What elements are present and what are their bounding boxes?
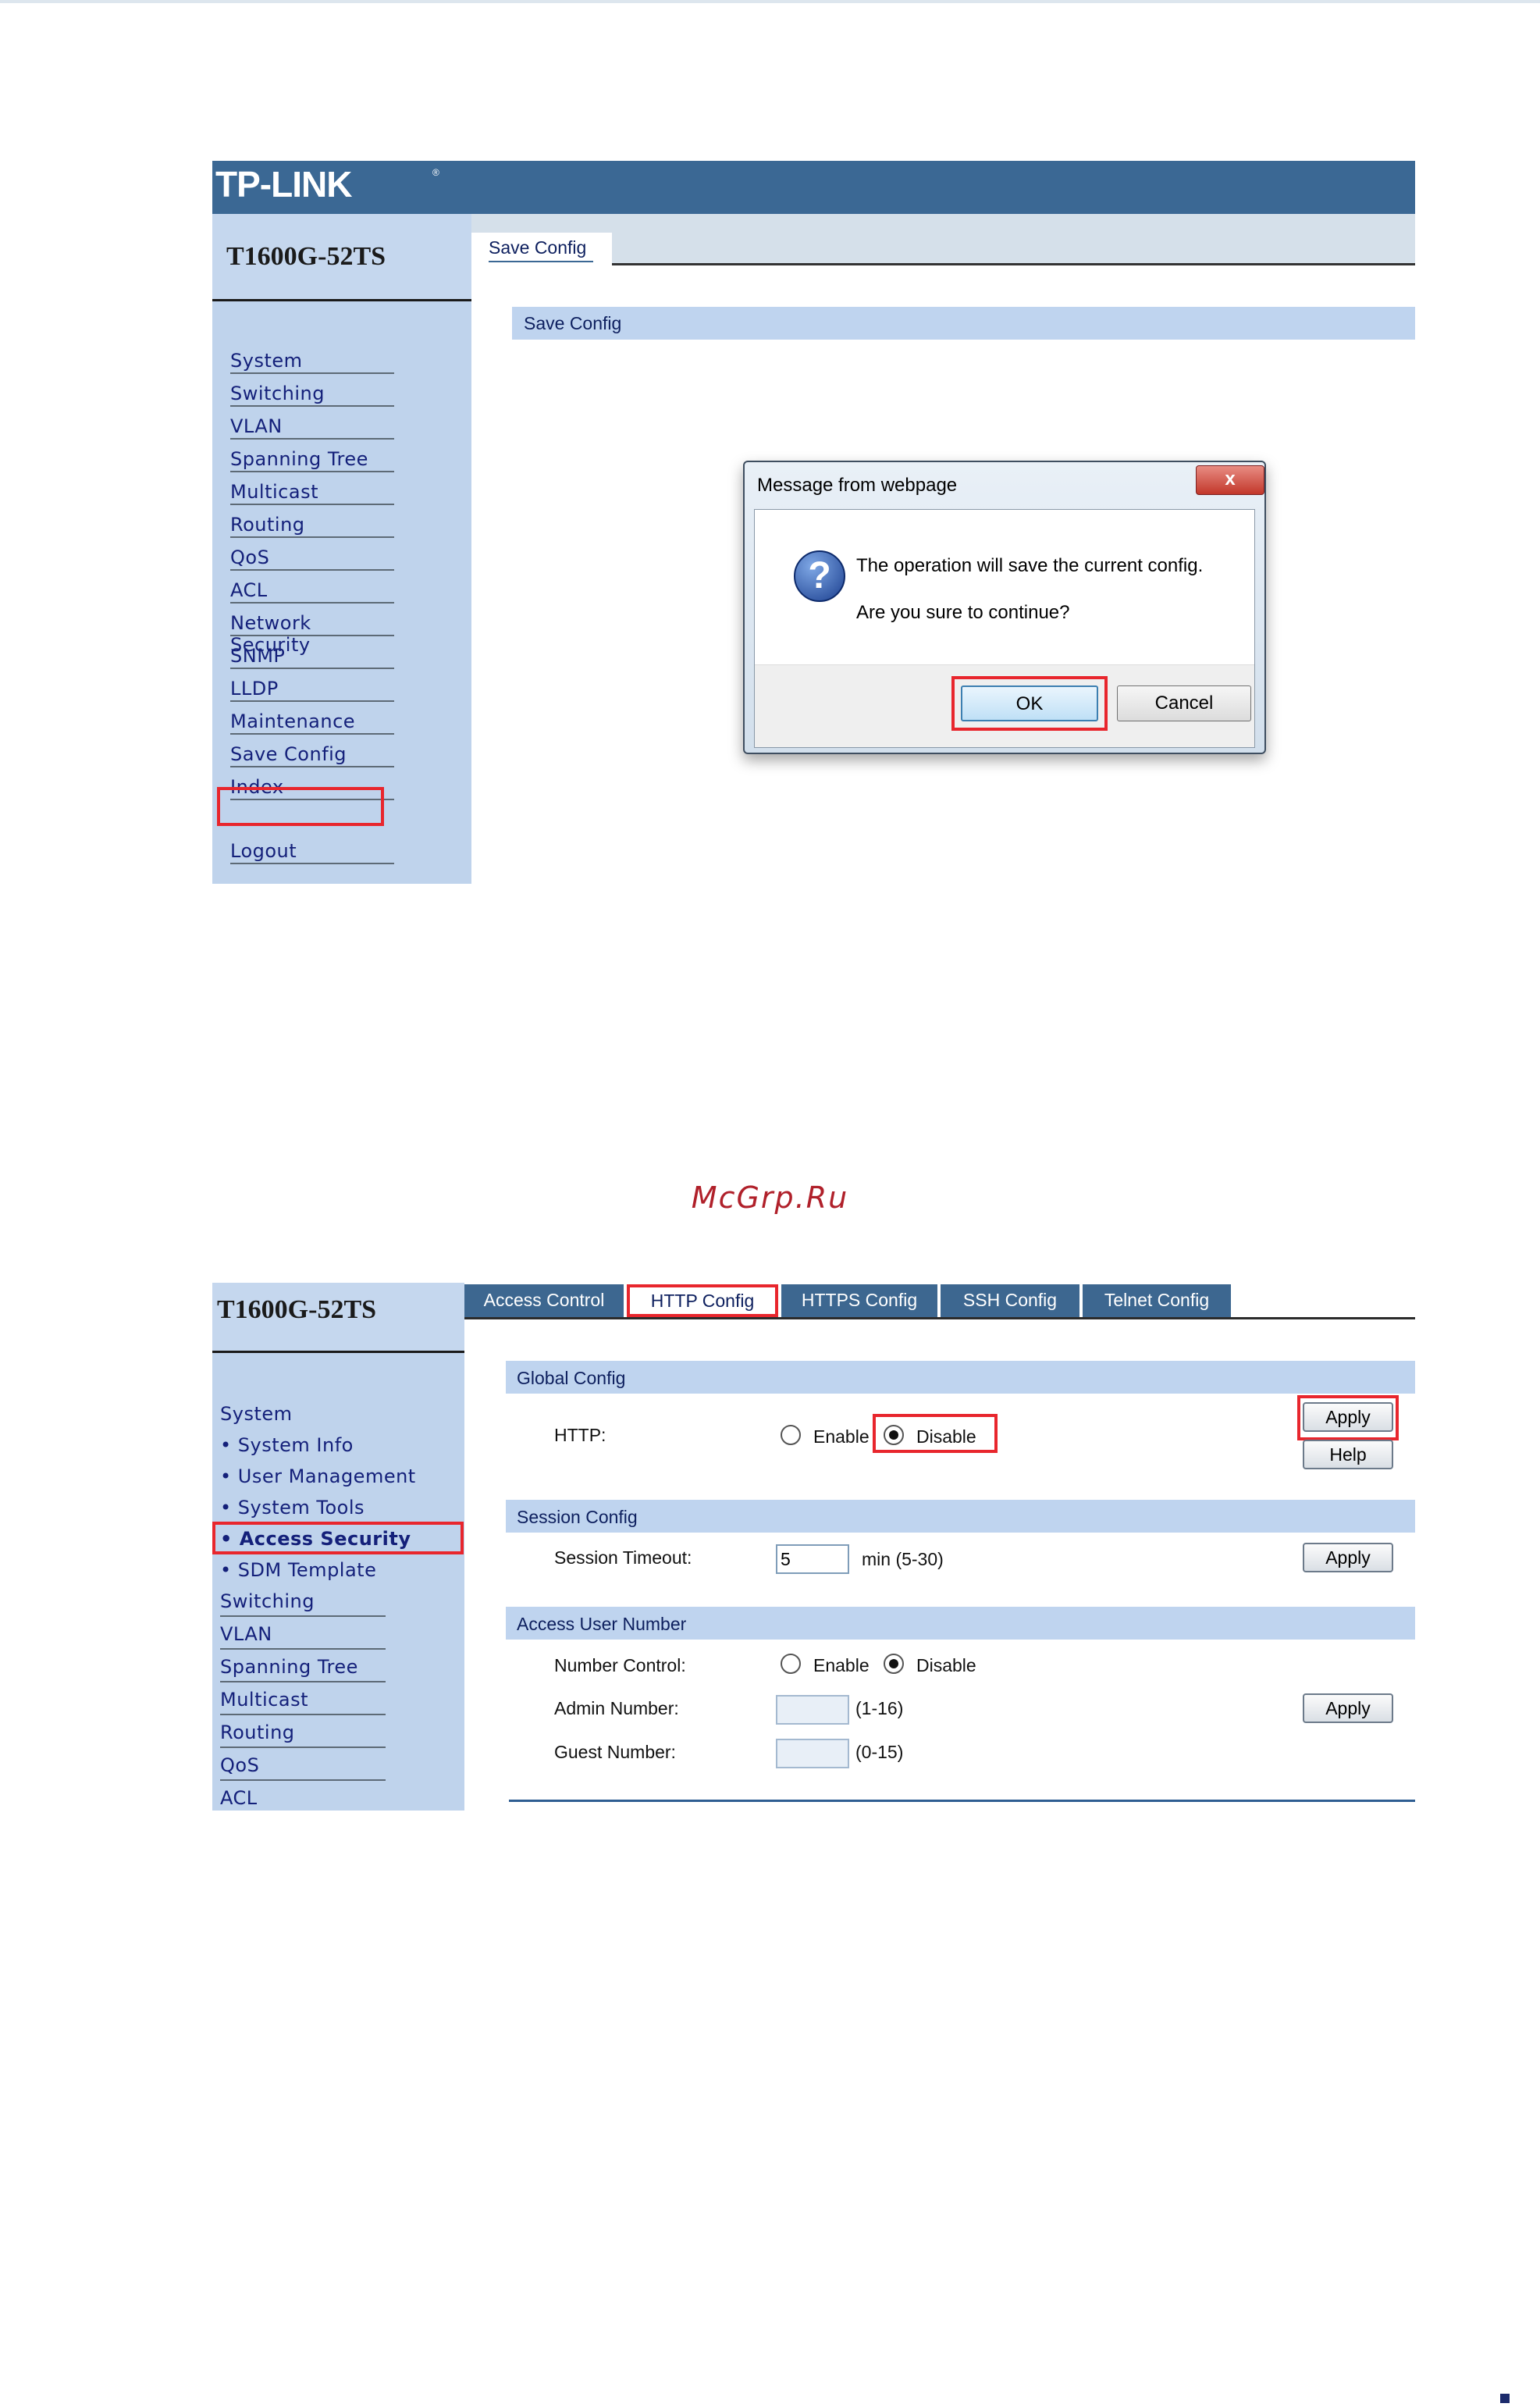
tp-link-logo: TP-LINK — [215, 164, 352, 205]
guest-number-input[interactable] — [776, 1739, 849, 1768]
guest-number-label: Guest Number: — [554, 1742, 676, 1762]
sidebar-item-user-management[interactable]: • User Management — [220, 1459, 454, 1490]
apply-highlight — [1297, 1395, 1399, 1440]
registered-mark: ® — [432, 167, 439, 178]
cancel-button[interactable]: Cancel — [1117, 685, 1251, 721]
sidebar-item-switching[interactable]: Switching — [230, 374, 394, 407]
access-security-highlight — [212, 1522, 464, 1554]
ok-button-highlight — [951, 676, 1108, 731]
sidebar-item-spanning-tree[interactable]: Spanning Tree — [230, 440, 394, 472]
admin-number-input[interactable] — [776, 1695, 849, 1725]
page-top-rule — [0, 0, 1540, 3]
model-box: T1600G-52TS — [212, 1283, 464, 1353]
tab-bar: Access Control HTTP Config HTTPS Config … — [464, 1283, 1415, 1320]
tab-ssh-config[interactable]: SSH Config — [941, 1284, 1079, 1317]
tab-save-config[interactable]: Save Config — [471, 233, 612, 265]
confirm-dialog: Message from webpage x ? The operation w… — [743, 461, 1266, 754]
session-timeout-unit: min (5-30) — [862, 1549, 944, 1569]
sidebar-item-switching[interactable]: Switching — [220, 1584, 386, 1617]
tab-underline — [489, 261, 593, 262]
admin-number-range: (1-16) — [855, 1698, 904, 1718]
tab-telnet-config[interactable]: Telnet Config — [1083, 1284, 1231, 1317]
sidebar-item-network-security[interactable]: Network Security — [230, 604, 394, 656]
sidebar-menu: System Switching VLAN Spanning Tree Mult… — [230, 341, 394, 864]
sidebar-item-routing[interactable]: Routing — [220, 1715, 386, 1748]
section-header-session-config: Session Config — [506, 1500, 1415, 1533]
number-control-enable-label: Enable — [813, 1655, 870, 1675]
sidebar-item-qos[interactable]: QoS — [220, 1748, 386, 1781]
question-icon: ? — [794, 550, 845, 602]
sidebar-item-maintenance[interactable]: Maintenance — [230, 702, 394, 735]
dialog-title: Message from webpage — [757, 475, 958, 496]
sidebar-item-multicast[interactable]: Multicast — [220, 1682, 386, 1715]
http-config-screenshot: T1600G-52TS System • System Info • User … — [212, 1283, 1415, 1811]
left-sidebar: T1600G-52TS System Switching VLAN Spanni… — [212, 214, 471, 884]
sidebar-item-multicast[interactable]: Multicast — [230, 472, 394, 505]
save-config-highlight — [217, 787, 384, 826]
sidebar-item-vlan[interactable]: VLAN — [220, 1617, 386, 1650]
disable-highlight — [873, 1414, 998, 1453]
sidebar-item-system[interactable]: System — [230, 341, 394, 374]
session-timeout-input[interactable]: 5 — [776, 1544, 849, 1574]
access-user-apply-button[interactable]: Apply — [1303, 1693, 1393, 1723]
guest-number-range: (0-15) — [855, 1742, 904, 1762]
tab-access-control[interactable]: Access Control — [464, 1284, 624, 1317]
save-config-screenshot: TP-LINK ® T1600G-52TS System Switching V… — [212, 161, 1415, 884]
session-timeout-label: Session Timeout: — [554, 1547, 692, 1568]
left-sidebar: T1600G-52TS System • System Info • User … — [212, 1283, 464, 1811]
watermark-text: McGrp.Ru — [691, 1180, 849, 1215]
content-bottom-rule — [509, 1800, 1415, 1802]
tab-bar-line — [464, 1317, 1415, 1319]
tab-http-config[interactable]: HTTP Config — [627, 1284, 778, 1317]
number-control-enable-radio[interactable] — [781, 1654, 801, 1674]
sidebar-item-system-info[interactable]: • System Info — [220, 1428, 454, 1459]
sidebar-item-logout[interactable]: Logout — [230, 831, 394, 864]
dialog-close-button[interactable]: x — [1196, 465, 1264, 495]
number-control-disable-radio[interactable] — [884, 1654, 904, 1674]
sidebar-item-acl[interactable]: ACL — [220, 1781, 454, 1812]
dialog-message-line1: The operation will save the current conf… — [856, 555, 1204, 576]
tab-bar-line — [471, 263, 1415, 265]
http-label: HTTP: — [554, 1425, 606, 1445]
sidebar-item-qos[interactable]: QoS — [230, 538, 394, 571]
sidebar-item-vlan[interactable]: VLAN — [230, 407, 394, 440]
section-header-save-config: Save Config — [512, 307, 1415, 340]
dialog-message-line2: Are you sure to continue? — [856, 602, 1070, 623]
sidebar-item-lldp[interactable]: LLDP — [230, 669, 394, 702]
sidebar-item-spanning-tree[interactable]: Spanning Tree — [220, 1650, 386, 1682]
brand-header: TP-LINK ® — [212, 161, 1415, 214]
sidebar-menu: System • System Info • User Management •… — [220, 1397, 454, 1812]
sidebar-item-acl[interactable]: ACL — [230, 571, 394, 604]
sidebar-item-system-tools[interactable]: • System Tools — [220, 1490, 454, 1522]
number-control-disable-label: Disable — [916, 1655, 976, 1675]
help-button[interactable]: Help — [1303, 1440, 1393, 1469]
number-control-label: Number Control: — [554, 1655, 686, 1675]
admin-number-label: Admin Number: — [554, 1698, 679, 1718]
http-enable-label: Enable — [813, 1426, 870, 1447]
model-box: T1600G-52TS — [212, 214, 471, 301]
page-corner-mark — [1500, 2394, 1510, 2403]
tab-save-config-label: Save Config — [489, 237, 587, 258]
sidebar-item-system[interactable]: System — [220, 1397, 454, 1428]
dialog-footer: OK Cancel — [755, 664, 1254, 747]
tab-https-config[interactable]: HTTPS Config — [781, 1284, 937, 1317]
model-name: T1600G-52TS — [226, 242, 386, 271]
sidebar-item-sdm-template[interactable]: • SDM Template — [220, 1553, 454, 1584]
sidebar-item-save-config[interactable]: Save Config — [230, 735, 394, 767]
http-enable-radio[interactable] — [781, 1425, 801, 1445]
tab-bar: Save Config — [471, 214, 1415, 265]
model-name: T1600G-52TS — [217, 1295, 377, 1324]
dialog-body: ? The operation will save the current co… — [754, 509, 1255, 748]
session-apply-button[interactable]: Apply — [1303, 1543, 1393, 1572]
sidebar-item-routing[interactable]: Routing — [230, 505, 394, 538]
section-header-global-config: Global Config — [506, 1361, 1415, 1394]
section-header-access-user-number: Access User Number — [506, 1607, 1415, 1640]
